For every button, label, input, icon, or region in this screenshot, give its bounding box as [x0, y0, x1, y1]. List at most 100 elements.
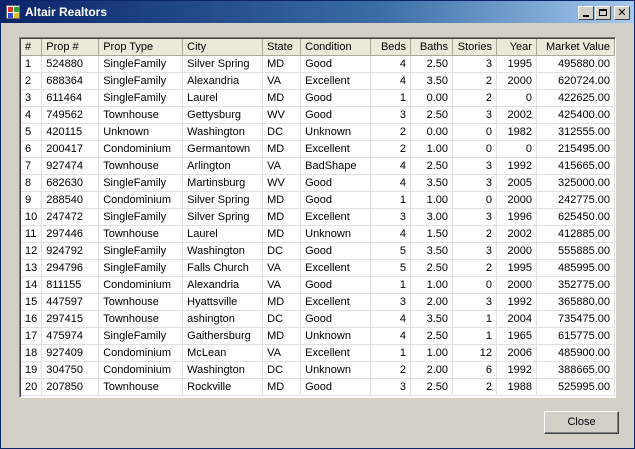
cell-baths[interactable]: 0.00	[410, 123, 454, 141]
cell-value[interactable]: 242775.00	[536, 191, 615, 209]
cell-baths[interactable]: 1.50	[410, 225, 454, 243]
cell-value[interactable]: 485900.00	[536, 344, 615, 362]
cell-prop[interactable]: 200417	[41, 140, 100, 158]
cell-prop[interactable]: 524880	[41, 55, 100, 73]
cell-state[interactable]: VA	[262, 157, 302, 175]
cell-value[interactable]: 352775.00	[536, 276, 615, 294]
cell-prop[interactable]: 924792	[41, 242, 100, 260]
cell-type[interactable]: Condominium	[98, 361, 184, 379]
cell-beds[interactable]: 3	[370, 293, 412, 311]
cell-state[interactable]: MD	[262, 55, 302, 73]
cell-stories[interactable]: 2	[452, 225, 497, 243]
cell-value[interactable]: 312555.00	[536, 123, 615, 141]
cell-city[interactable]: Alexandria	[182, 276, 264, 294]
cell-type[interactable]: SingleFamily	[98, 174, 184, 192]
column-header-value[interactable]: Market Value	[536, 39, 615, 56]
cell-baths[interactable]: 2.50	[410, 157, 454, 175]
table-row[interactable]: 19 304750 Condominium Washington DC Unknown 2 2…	[21, 361, 615, 379]
cell-state[interactable]: MD	[262, 89, 302, 107]
cell-cond[interactable]: Good	[300, 276, 372, 294]
cell-baths[interactable]: 0.00	[410, 89, 454, 107]
cell-stories[interactable]: 3	[452, 174, 497, 192]
cell-city[interactable]: Alexandria	[182, 72, 264, 90]
cell-value[interactable]: 425400.00	[536, 106, 615, 124]
table-row[interactable]: 5 420115 Unknown Washington DC Unknown 2 0.00 0 1…	[21, 123, 615, 141]
cell-n[interactable]: 10	[21, 208, 43, 226]
column-header-city[interactable]: City	[182, 39, 264, 56]
table-row[interactable]: 6 200417 Condominium Germantown MD Excellent 2…	[21, 140, 615, 158]
cell-n[interactable]: 18	[21, 344, 43, 362]
column-header-cond[interactable]: Condition	[300, 39, 372, 56]
cell-cond[interactable]: Good	[300, 89, 372, 107]
cell-type[interactable]: SingleFamily	[98, 327, 184, 345]
cell-n[interactable]: 20	[21, 378, 43, 396]
cell-state[interactable]: DC	[262, 361, 302, 379]
cell-state[interactable]: MD	[262, 225, 302, 243]
cell-cond[interactable]: Excellent	[300, 72, 372, 90]
cell-stories[interactable]: 1	[452, 327, 497, 345]
cell-state[interactable]: DC	[262, 123, 302, 141]
cell-value[interactable]: 422625.00	[536, 89, 615, 107]
cell-prop[interactable]: 247472	[41, 208, 100, 226]
cell-year[interactable]: 2006	[496, 344, 537, 362]
cell-baths[interactable]: 3.50	[410, 174, 454, 192]
table-row[interactable]: 12 924792 SingleFamily Washington DC Good 5 3.5…	[21, 242, 615, 260]
data-grid[interactable]: # Prop # Prop Type City State Condition Beds Ba…	[19, 37, 616, 398]
cell-cond[interactable]: Unknown	[300, 361, 372, 379]
cell-city[interactable]: Washington	[182, 123, 264, 141]
cell-type[interactable]: SingleFamily	[98, 72, 184, 90]
table-row[interactable]: 16 297415 Townhouse ashington DC Good 4 3.50 1 20…	[21, 310, 615, 328]
cell-beds[interactable]: 4	[370, 55, 412, 73]
cell-city[interactable]: Rockville	[182, 378, 264, 396]
cell-beds[interactable]: 4	[370, 72, 412, 90]
cell-state[interactable]: DC	[262, 310, 302, 328]
table-row[interactable]: 8 682630 SingleFamily Martinsburg WV Good 4 3.5…	[21, 174, 615, 192]
cell-state[interactable]: VA	[262, 344, 302, 362]
cell-city[interactable]: Gettysburg	[182, 106, 264, 124]
cell-prop[interactable]: 304750	[41, 361, 100, 379]
cell-city[interactable]: Laurel	[182, 89, 264, 107]
table-row[interactable]: 20 207850 Townhouse Rockville MD Good 3 2.50 2 19…	[21, 378, 615, 396]
cell-city[interactable]: Silver Spring	[182, 208, 264, 226]
cell-baths[interactable]: 1.00	[410, 344, 454, 362]
cell-value[interactable]: 325000.00	[536, 174, 615, 192]
cell-beds[interactable]: 5	[370, 242, 412, 260]
table-row[interactable]: 1 524880 SingleFamily Silver Spring MD Good 4 2…	[21, 55, 615, 73]
cell-stories[interactable]: 1	[452, 310, 497, 328]
cell-year[interactable]: 1992	[496, 157, 537, 175]
cell-year[interactable]: 2002	[496, 225, 537, 243]
cell-beds[interactable]: 1	[370, 344, 412, 362]
cell-value[interactable]: 495880.00	[536, 55, 615, 73]
cell-n[interactable]: 9	[21, 191, 43, 209]
close-button[interactable]: Close	[544, 411, 619, 434]
cell-n[interactable]: 15	[21, 293, 43, 311]
cell-year[interactable]: 1996	[496, 208, 537, 226]
cell-year[interactable]: 1992	[496, 361, 537, 379]
cell-n[interactable]: 13	[21, 259, 43, 277]
cell-beds[interactable]: 4	[370, 157, 412, 175]
cell-prop[interactable]: 475974	[41, 327, 100, 345]
cell-n[interactable]: 2	[21, 72, 43, 90]
cell-cond[interactable]: BadShape	[300, 157, 372, 175]
cell-baths[interactable]: 2.00	[410, 361, 454, 379]
cell-type[interactable]: SingleFamily	[98, 55, 184, 73]
cell-year[interactable]: 2005	[496, 174, 537, 192]
cell-beds[interactable]: 5	[370, 259, 412, 277]
cell-state[interactable]: MD	[262, 378, 302, 396]
cell-year[interactable]: 2000	[496, 191, 537, 209]
cell-cond[interactable]: Excellent	[300, 293, 372, 311]
cell-cond[interactable]: Unknown	[300, 123, 372, 141]
table-row[interactable]: 15 447597 Townhouse Hyattsville MD Excellent 3…	[21, 293, 615, 311]
cell-baths[interactable]: 3.50	[410, 72, 454, 90]
cell-baths[interactable]: 2.00	[410, 293, 454, 311]
table-row[interactable]: 17 475974 SingleFamily Gaithersburg MD Unknow…	[21, 327, 615, 345]
cell-baths[interactable]: 2.50	[410, 55, 454, 73]
cell-prop[interactable]: 447597	[41, 293, 100, 311]
cell-year[interactable]: 1995	[496, 259, 537, 277]
cell-prop[interactable]: 927474	[41, 157, 100, 175]
cell-city[interactable]: Hyattsville	[182, 293, 264, 311]
cell-type[interactable]: Townhouse	[98, 225, 184, 243]
cell-stories[interactable]: 3	[452, 106, 497, 124]
cell-year[interactable]: 2002	[496, 106, 537, 124]
cell-city[interactable]: Germantown	[182, 140, 264, 158]
